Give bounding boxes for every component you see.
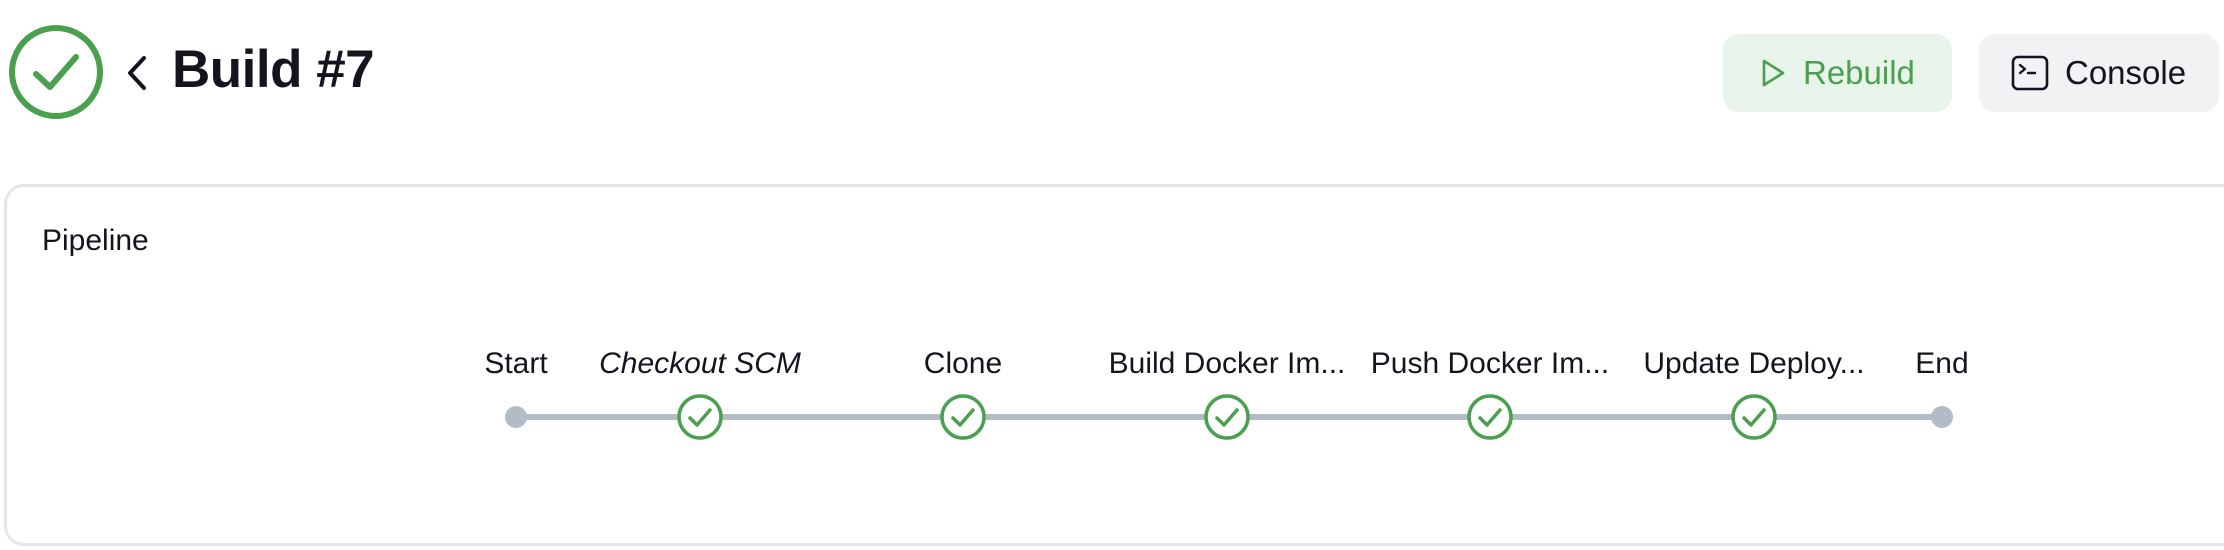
stage-label: Clone	[924, 347, 1002, 380]
pipeline-stage-2[interactable]: Clone	[924, 347, 1002, 440]
pipeline-stage-3[interactable]: Build Docker Im...	[1109, 347, 1346, 440]
console-button[interactable]: Console	[1979, 34, 2219, 112]
stage-success-node	[677, 394, 723, 440]
pipeline-stage-1[interactable]: Checkout SCM	[599, 347, 801, 440]
stage-label: Start	[484, 347, 548, 380]
endpoint-node	[505, 406, 527, 428]
stage-label: Build Docker Im...	[1109, 347, 1346, 380]
stage-label: End	[1915, 347, 1968, 380]
pipeline-graph: Start Checkout SCM Clone Build Docker Im...…	[484, 347, 1969, 440]
endpoint-node	[1931, 406, 1953, 428]
stage-label: Update Deploy...	[1643, 347, 1864, 380]
pipeline-stage-4[interactable]: Push Docker Im...	[1371, 347, 1609, 440]
stage-label: Checkout SCM	[599, 347, 801, 380]
stage-success-node	[1467, 394, 1513, 440]
play-icon	[1762, 59, 1785, 87]
stage-success-node	[940, 394, 986, 440]
rebuild-button[interactable]: Rebuild	[1723, 34, 1952, 112]
rebuild-label: Rebuild	[1803, 54, 1915, 91]
stage-success-node	[1204, 394, 1250, 440]
stage-success-node	[1731, 394, 1777, 440]
build-status-icon	[8, 24, 104, 120]
chevron-left-icon	[128, 56, 146, 90]
console-label: Console	[2065, 54, 2187, 91]
pipeline-panel: Pipeline Start Checkout SCM Clone Build Doc…	[4, 184, 2224, 546]
pipeline-stage-5[interactable]: Update Deploy...	[1643, 347, 1865, 440]
back-button[interactable]	[122, 50, 152, 96]
stage-label: Push Docker Im...	[1371, 347, 1609, 380]
page-title: Build #7	[172, 40, 375, 99]
terminal-icon	[2011, 55, 2049, 91]
